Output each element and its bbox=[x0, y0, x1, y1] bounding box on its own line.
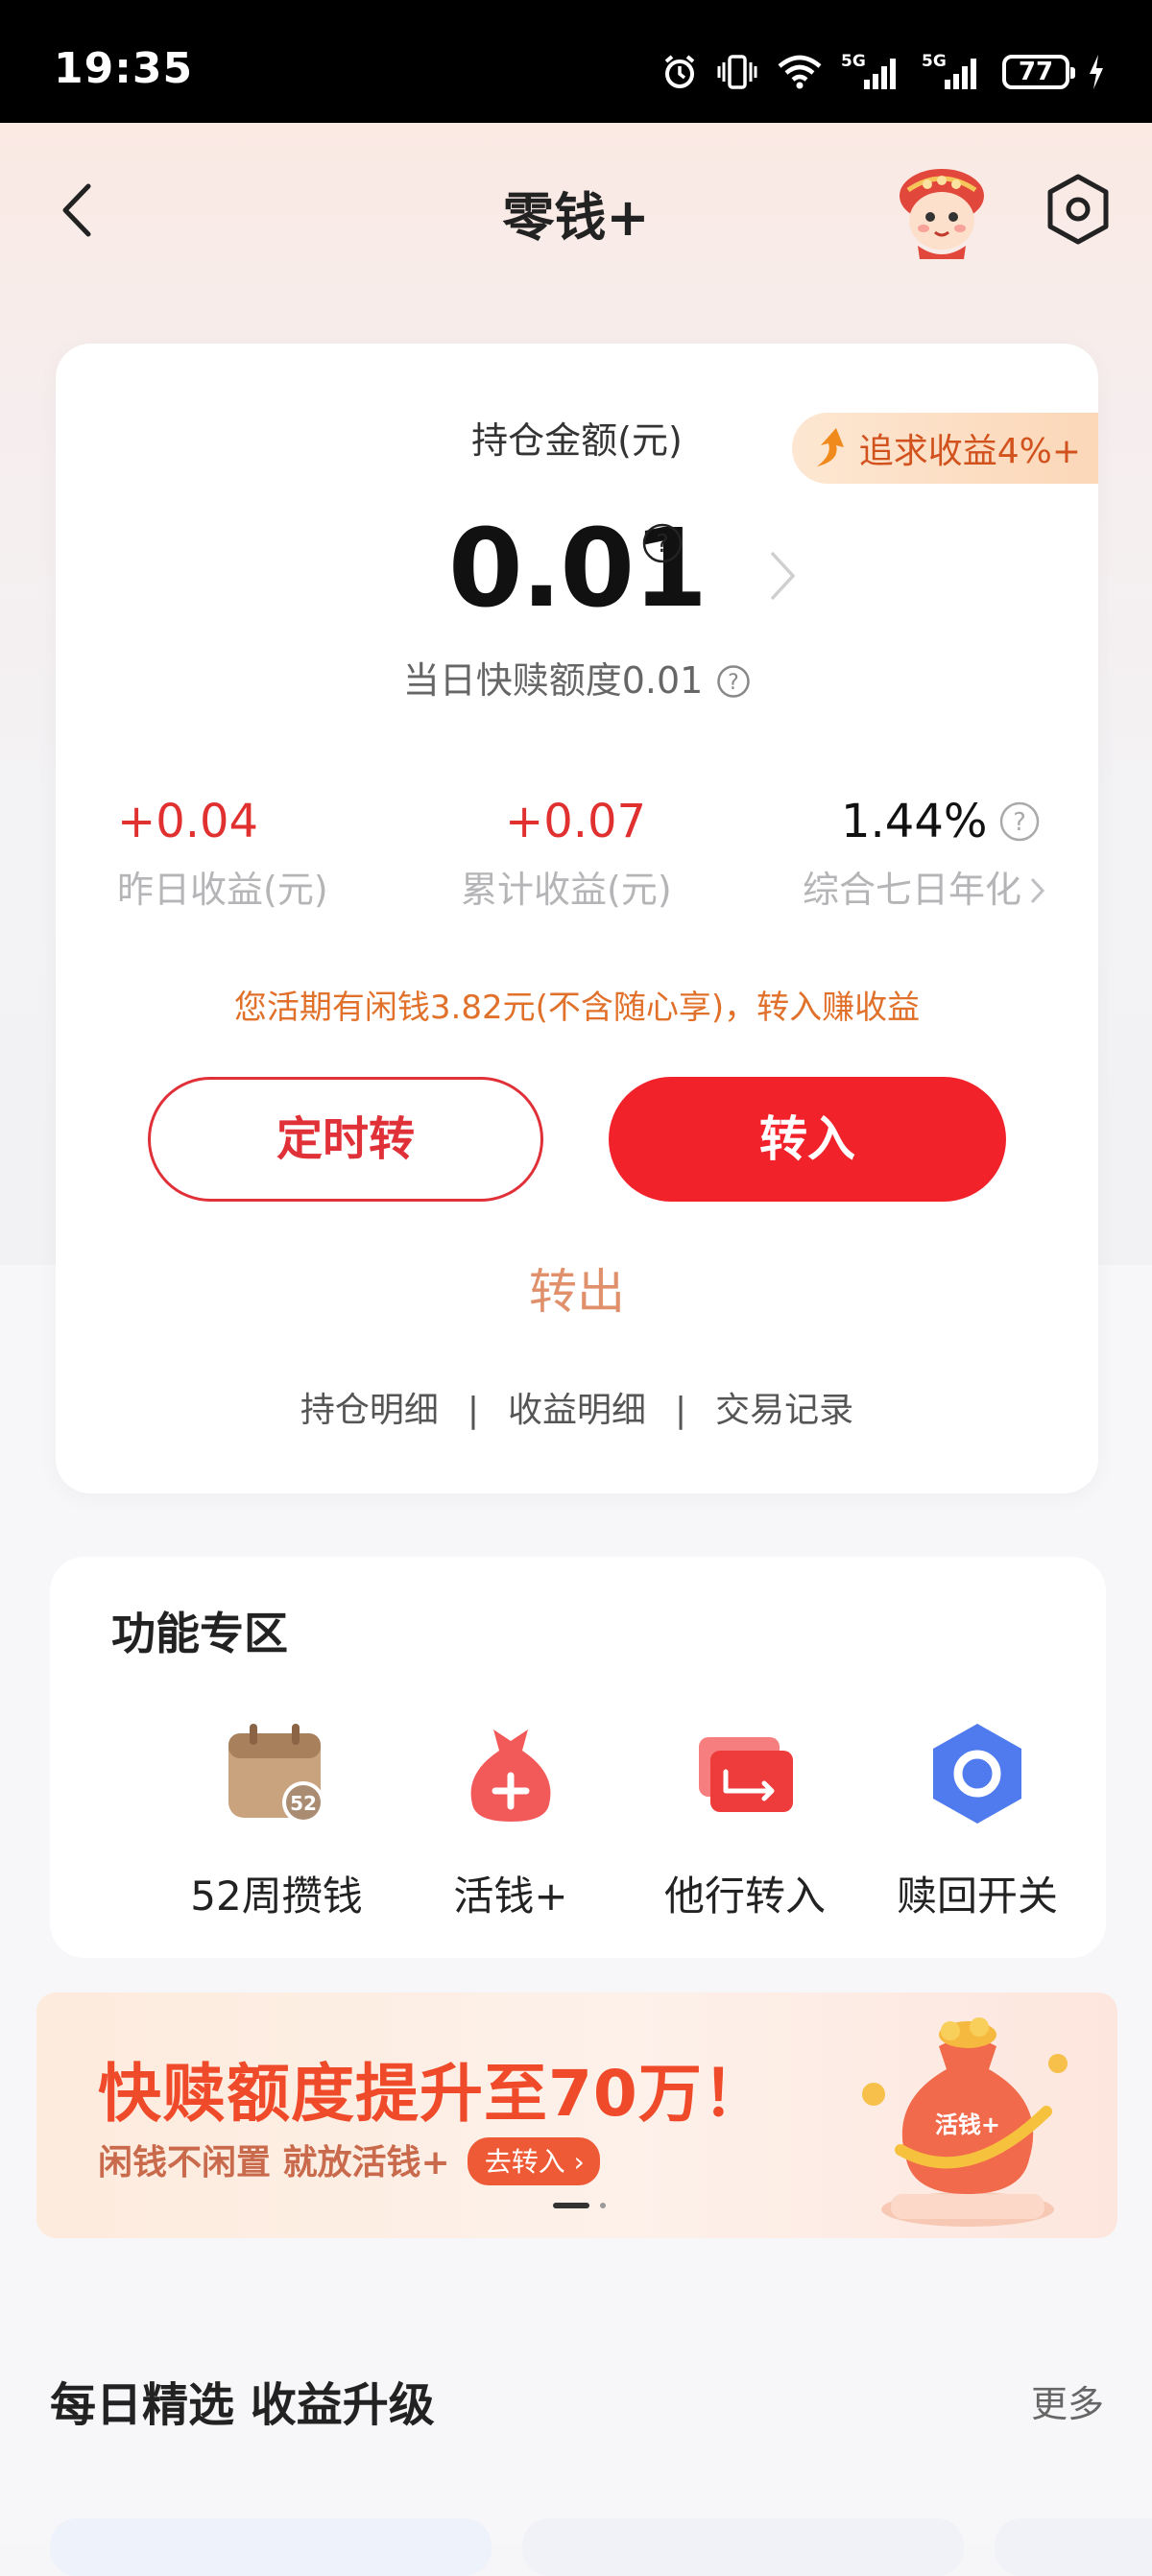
signal-5g-icon: 5G bbox=[922, 52, 976, 89]
banner-transfer-in-button[interactable]: 去转入 › bbox=[467, 2137, 600, 2185]
detail-links: 持仓明细 | 收益明细 | 交易记录 bbox=[56, 1382, 1098, 1432]
function-item-52-week-saving[interactable]: 52 52周攒钱 bbox=[171, 1720, 382, 1922]
idle-money-tip[interactable]: 您活期有闲钱3.82元(不含随心享)，转入赚收益 bbox=[56, 981, 1098, 1028]
svg-text:5G: 5G bbox=[841, 52, 866, 71]
wifi-icon bbox=[778, 55, 822, 89]
transfer-out-button[interactable]: 转出 bbox=[56, 1253, 1098, 1323]
chevron-right-icon[interactable] bbox=[762, 545, 801, 607]
link-separator: | bbox=[467, 1391, 479, 1430]
banner-button-label: 去转入 bbox=[484, 2146, 565, 2178]
daily-pick-card[interactable] bbox=[50, 2518, 492, 2576]
chevron-right-icon bbox=[1030, 877, 1045, 904]
daily-picks-title: 每日精选 收益升级 bbox=[50, 2378, 435, 2432]
function-label: 他行转入 bbox=[663, 1872, 826, 1920]
function-label: 52周攒钱 bbox=[190, 1872, 363, 1920]
settings-hexagon-icon[interactable] bbox=[1044, 173, 1112, 246]
help-icon[interactable]: ? bbox=[641, 522, 684, 564]
money-bag-illustration-icon: 活钱+ bbox=[862, 2017, 1068, 2227]
svg-text:5G: 5G bbox=[922, 52, 947, 71]
svg-text:?: ? bbox=[1014, 808, 1027, 837]
stat-label-row: 综合七日年化 bbox=[803, 860, 1046, 913]
svg-text:?: ? bbox=[656, 530, 669, 559]
svg-text:?: ? bbox=[728, 671, 739, 695]
function-items: 52 52周攒钱 活钱+ 他行转入 赎回开关 bbox=[50, 1720, 1106, 1941]
banner-subtitle-row: 闲钱不闲置 就放活钱+ 去转入 › bbox=[98, 2135, 600, 2185]
stat-label: 昨日收益(元) bbox=[117, 869, 328, 911]
scheduled-transfer-button[interactable]: 定时转 bbox=[148, 1077, 543, 1202]
stat-value: +0.04 bbox=[117, 795, 259, 848]
quick-redeem-limit: 当日快赎额度0.01 ? bbox=[56, 651, 1098, 704]
function-item-other-bank-transfer[interactable]: 他行转入 bbox=[639, 1720, 851, 1922]
promo-banner[interactable]: 快赎额度提升至70万！ 闲钱不闲置 就放活钱+ 去转入 › 活钱+ bbox=[36, 1992, 1117, 2238]
mascot-avatar-icon[interactable] bbox=[889, 157, 995, 263]
status-icons: 5G 5G 77 bbox=[660, 48, 1106, 96]
stat-label: 累计收益(元) bbox=[461, 869, 672, 911]
stat-label: 综合七日年化 bbox=[803, 869, 1022, 911]
function-area-title: 功能专区 bbox=[111, 1608, 288, 1659]
holding-card: 持仓金额(元) 追求收益4%+ 0.01 ? 当日快赎额度0.01 ? +0.0… bbox=[56, 344, 1098, 1493]
cumulative-earnings[interactable]: +0.07 累计收益(元) bbox=[461, 795, 672, 913]
banner-title: 快赎额度提升至70万！ bbox=[98, 2057, 767, 2131]
alarm-icon bbox=[664, 55, 695, 88]
hexagon-toggle-icon bbox=[933, 1724, 1021, 1824]
help-icon[interactable]: ? bbox=[716, 664, 751, 699]
status-time: 19:35 bbox=[54, 44, 194, 93]
function-area: 功能专区 52 52周攒钱 活钱+ 他行转入 赎回开关 bbox=[50, 1557, 1106, 1958]
stat-value-row: 1.44% ? bbox=[803, 795, 1046, 848]
signal-5g-icon: 5G bbox=[841, 52, 896, 89]
status-bar: 19:35 5G 5G 77 bbox=[0, 0, 1152, 123]
daily-pick-card[interactable] bbox=[995, 2518, 1152, 2576]
holding-amount-value: 0.01 bbox=[447, 507, 708, 632]
quick-redeem-limit-text: 当日快赎额度0.01 bbox=[402, 659, 704, 702]
carousel-indicator bbox=[553, 2203, 606, 2208]
chase-yield-badge[interactable]: 追求收益4%+ bbox=[791, 413, 1098, 484]
transfer-card-icon bbox=[699, 1737, 793, 1812]
holding-detail-link[interactable]: 持仓明细 bbox=[300, 1391, 439, 1430]
seven-day-yield[interactable]: 1.44% ? 综合七日年化 bbox=[803, 795, 1046, 913]
calendar-badge: 52 bbox=[290, 1792, 317, 1815]
earnings-stats: +0.04 昨日收益(元) +0.07 累计收益(元) 1.44% ? 综合七日… bbox=[117, 795, 1058, 929]
transfer-in-button[interactable]: 转入 bbox=[609, 1077, 1006, 1202]
calendar-52-icon: 52 bbox=[228, 1724, 324, 1824]
money-bag-plus-icon bbox=[470, 1729, 551, 1822]
battery-icon: 77 bbox=[1002, 55, 1075, 89]
link-separator: | bbox=[675, 1391, 687, 1430]
help-icon[interactable]: ? bbox=[998, 800, 1041, 843]
chase-yield-label: 追求收益4%+ bbox=[858, 432, 1081, 471]
battery-level: 77 bbox=[1018, 58, 1054, 86]
trend-arrow-icon bbox=[816, 428, 844, 466]
banner-art-label: 活钱+ bbox=[935, 2111, 1000, 2138]
charging-icon bbox=[1090, 55, 1103, 89]
banner-subtitle: 闲钱不闲置 就放活钱+ bbox=[98, 2143, 450, 2182]
more-link[interactable]: 更多 bbox=[1031, 2374, 1104, 2427]
nav-bar: 零钱+ bbox=[0, 123, 1152, 286]
function-item-flexible-money[interactable]: 活钱+ bbox=[405, 1720, 616, 1922]
stat-value: 1.44% bbox=[841, 795, 988, 848]
function-item-redeem-switch[interactable]: 赎回开关 bbox=[872, 1720, 1083, 1922]
transaction-record-link[interactable]: 交易记录 bbox=[715, 1391, 853, 1430]
function-label: 赎回开关 bbox=[896, 1872, 1058, 1920]
yesterday-earnings[interactable]: +0.04 昨日收益(元) bbox=[117, 795, 328, 913]
vibrate-icon bbox=[717, 55, 757, 89]
stat-value: +0.07 bbox=[505, 795, 647, 848]
earnings-detail-link[interactable]: 收益明细 bbox=[508, 1391, 646, 1430]
daily-pick-card[interactable] bbox=[522, 2518, 964, 2576]
function-label: 活钱+ bbox=[453, 1872, 568, 1920]
